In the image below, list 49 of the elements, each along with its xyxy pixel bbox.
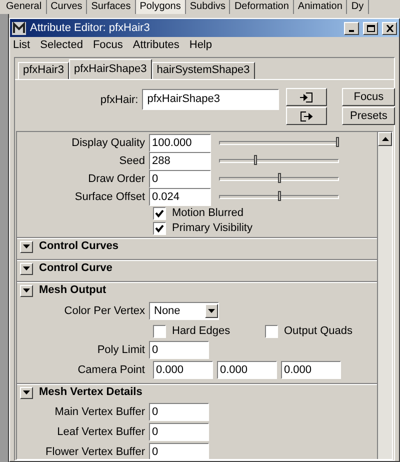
menu-item[interactable]: List [13, 36, 30, 54]
field-label: Camera Point [76, 362, 146, 378]
field-label: Seed [118, 154, 146, 169]
checkbox-label: Output Quads [284, 324, 352, 339]
input-field[interactable]: 0 [149, 403, 209, 421]
menu-item[interactable]: Attributes [132, 36, 180, 54]
shelf-tab[interactable]: Animation [294, 0, 348, 14]
input-field[interactable]: 100.000 [149, 134, 211, 152]
input-field[interactable]: 0.000 [281, 361, 341, 379]
dropdown[interactable]: None [149, 302, 219, 320]
section-title: Control Curve [39, 261, 112, 276]
input-field[interactable]: 0 [149, 170, 211, 188]
field-label: Surface Offset [74, 190, 146, 205]
section-title: Mesh Vertex Details [39, 385, 142, 400]
input-field[interactable]: 0.024 [149, 188, 211, 206]
tab[interactable]: pfxHair3 [18, 62, 69, 79]
checkbox-label: Hard Edges [172, 324, 230, 339]
checkbox-label: Motion Blurred [172, 206, 244, 222]
menu-item[interactable]: Help [189, 36, 212, 54]
input-field[interactable]: 0 [149, 443, 209, 459]
field-label: Poly Limit [96, 342, 146, 358]
focus-button[interactable]: Focus [342, 88, 396, 106]
field-label: Display Quality [70, 136, 146, 151]
input-field[interactable]: 0 [149, 341, 209, 359]
presets-button[interactable]: Presets [342, 107, 396, 125]
field-label: Leaf Vertex Buffer [56, 424, 146, 440]
node-label: pfxHair: [99, 93, 140, 108]
input-field[interactable]: 0.000 [153, 361, 213, 379]
input-field[interactable]: 288 [149, 152, 211, 170]
node-name-field[interactable]: pfxHairShape3 [142, 89, 280, 110]
checkbox-label: Primary Visibility [172, 221, 252, 236]
field-label: Draw Order [87, 172, 146, 187]
shelf-tab[interactable]: Subdivs [186, 0, 230, 14]
section-title: Mesh Output [39, 283, 106, 298]
tab[interactable]: pfxHairShape3 [68, 59, 152, 79]
input-field[interactable]: 0 [149, 423, 209, 441]
field-label: Main Vertex Buffer [54, 404, 146, 420]
shelf-tab[interactable]: Polygons [136, 0, 186, 14]
section-title: Control Curves [39, 239, 118, 254]
window-title: Attribute Editor: pfxHair3 [30, 20, 151, 36]
field-label: Color Per Vertex [63, 304, 146, 319]
tab[interactable]: hairSystemShape3 [152, 62, 255, 79]
menu-item[interactable]: Focus [92, 36, 123, 54]
menu-item[interactable]: Selected [40, 36, 83, 54]
shelf-tab[interactable]: Dy [347, 0, 369, 14]
shelf-tab[interactable]: Curves [46, 0, 88, 14]
shelf-tab[interactable]: Deformation [230, 0, 294, 14]
field-label: Flower Vertex Buffer [44, 444, 146, 459]
input-field[interactable]: 0.000 [217, 361, 277, 379]
